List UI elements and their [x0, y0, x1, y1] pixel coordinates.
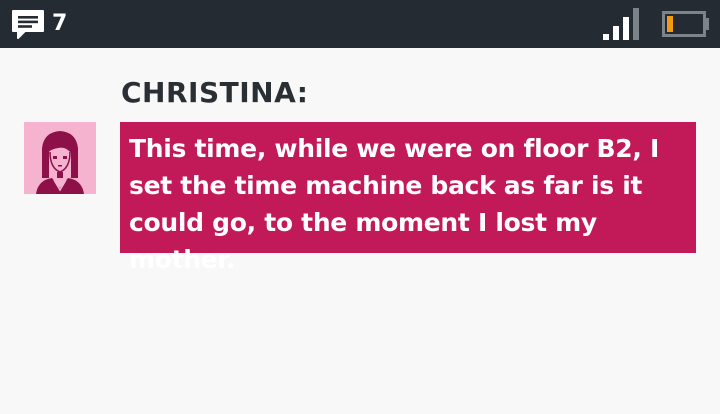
message-count: 7 [52, 11, 68, 36]
portrait-drawing [24, 122, 96, 194]
dialogue-text: This time, while we were on floor B2, I … [129, 134, 659, 274]
signal-icon [603, 8, 639, 40]
dialogue-bubble[interactable]: This time, while we were on floor B2, I … [120, 122, 696, 274]
christina-portrait [24, 122, 96, 194]
message-icon[interactable] [11, 9, 45, 41]
status-bar: 7 [0, 0, 720, 48]
battery-icon [662, 11, 709, 37]
speaker-name: CHRISTINA: [121, 76, 309, 109]
